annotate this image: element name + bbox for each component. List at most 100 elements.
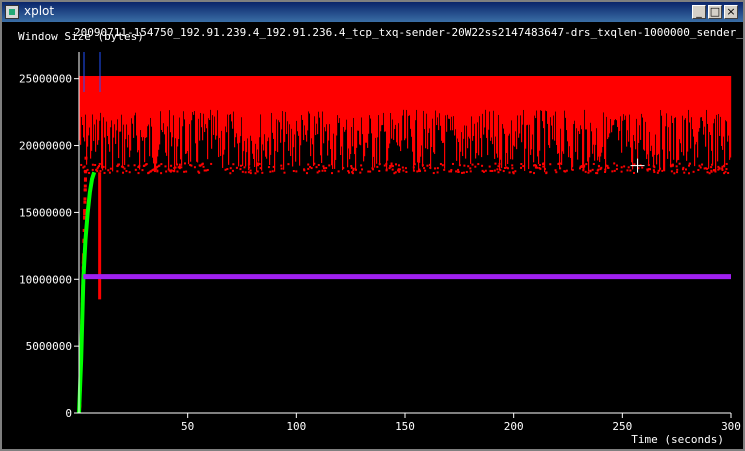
series-red-point bbox=[671, 163, 674, 166]
series-red-point bbox=[325, 166, 328, 169]
series-red-point bbox=[91, 163, 94, 166]
series-red-point bbox=[467, 165, 470, 168]
series-red-point bbox=[443, 168, 446, 171]
series-red-point bbox=[659, 167, 662, 170]
series-red-point bbox=[502, 170, 505, 173]
series-red-point bbox=[201, 162, 204, 165]
series-red-point bbox=[177, 166, 180, 169]
close-button[interactable]: × bbox=[724, 5, 738, 19]
series-red-point bbox=[418, 168, 421, 171]
series-red-point bbox=[369, 170, 372, 173]
series-red-point bbox=[514, 170, 517, 173]
chart-title: 20090711-154750_192.91.239.4_192.91.236.… bbox=[74, 26, 743, 39]
series-red-point bbox=[164, 165, 167, 168]
series-red-point bbox=[508, 171, 511, 174]
series-red-point bbox=[678, 162, 681, 165]
series-red-point bbox=[698, 164, 701, 167]
series-red-point bbox=[83, 184, 87, 188]
series-red-point bbox=[488, 165, 491, 168]
series-red-point bbox=[564, 170, 567, 173]
series-red-point bbox=[397, 164, 400, 167]
series-red-point bbox=[324, 169, 327, 172]
series-green-line bbox=[77, 171, 97, 414]
maximize-button[interactable]: □ bbox=[708, 5, 722, 19]
series-red-point bbox=[626, 169, 629, 172]
series-red-point bbox=[350, 165, 353, 168]
series-red-point bbox=[198, 164, 201, 167]
series-red-point bbox=[229, 167, 232, 170]
series-red-point bbox=[461, 171, 464, 174]
app-icon[interactable] bbox=[5, 5, 19, 19]
x-axis-label: Time (seconds) bbox=[631, 433, 724, 446]
series-red-point bbox=[439, 162, 442, 165]
series-red-point bbox=[676, 171, 679, 174]
series-red-point bbox=[436, 171, 439, 174]
x-tick-label: 250 bbox=[612, 420, 632, 433]
series-red-point bbox=[80, 163, 83, 166]
series-red-point bbox=[317, 163, 320, 166]
series-red-point bbox=[402, 169, 405, 172]
series-red-point bbox=[254, 172, 257, 175]
series-red-point bbox=[404, 167, 407, 170]
series-red-point bbox=[98, 164, 101, 167]
series-red-point bbox=[616, 164, 619, 167]
series-red-point bbox=[202, 165, 205, 168]
series-red-point bbox=[99, 170, 102, 173]
series-red-point bbox=[539, 167, 542, 170]
series-red-point bbox=[682, 166, 685, 169]
series-red-point bbox=[83, 177, 87, 181]
series-red-point bbox=[503, 167, 506, 170]
series-red-point bbox=[584, 170, 587, 173]
series-red-point bbox=[292, 170, 295, 173]
series-red-point bbox=[542, 165, 545, 168]
series-red-point bbox=[558, 162, 561, 165]
series-red-point bbox=[597, 164, 600, 167]
series-red-point bbox=[652, 169, 655, 172]
series-red-point bbox=[249, 172, 252, 175]
series-red-point bbox=[94, 163, 97, 166]
series-red-point bbox=[102, 165, 105, 168]
series-red-point bbox=[727, 171, 730, 174]
series-red-point bbox=[506, 167, 509, 170]
x-tick-label: 100 bbox=[286, 420, 306, 433]
series-red-point bbox=[620, 166, 623, 169]
series-red-point bbox=[412, 169, 415, 172]
series-red-point bbox=[484, 169, 487, 172]
series-red-point bbox=[424, 169, 427, 172]
series-red-point bbox=[385, 168, 388, 171]
series-red-point bbox=[185, 170, 188, 173]
series-red-point bbox=[367, 170, 370, 173]
y-tick-label: 0 bbox=[65, 407, 72, 420]
series-red-point bbox=[169, 170, 172, 173]
series-red-point bbox=[611, 170, 614, 173]
series-red-point bbox=[249, 169, 252, 172]
series-red-point bbox=[83, 200, 87, 204]
x-tick-label: 200 bbox=[504, 420, 524, 433]
series-red-point bbox=[571, 168, 574, 171]
series-red-point bbox=[571, 165, 574, 168]
series-red-point bbox=[627, 166, 630, 169]
series-red-point bbox=[231, 169, 234, 172]
plot-area[interactable]: 50 100 150 200 250 300 0 5000000 10000000 1500000… bbox=[2, 22, 743, 449]
series-red-point bbox=[699, 166, 702, 169]
series-red-point bbox=[133, 164, 136, 167]
series-red-point bbox=[321, 169, 324, 172]
title-bar[interactable]: xplot _ □ × bbox=[2, 2, 743, 22]
y-tick-label: 10000000 bbox=[19, 273, 72, 286]
series-red-point bbox=[197, 170, 200, 173]
series-red-point bbox=[239, 168, 242, 171]
series-red-point bbox=[421, 164, 424, 167]
series-red-point bbox=[604, 170, 607, 173]
series-red-point bbox=[423, 167, 426, 170]
series-red-point bbox=[604, 168, 607, 171]
series-red-point bbox=[633, 163, 636, 166]
series-red-point bbox=[107, 169, 110, 172]
y-tick-label: 20000000 bbox=[19, 140, 72, 153]
plot-canvas[interactable]: 50 100 150 200 250 300 0 5000000 10000000 1500000… bbox=[2, 22, 743, 449]
series-red-point bbox=[511, 167, 514, 170]
minimize-button[interactable]: _ bbox=[692, 5, 706, 19]
series-red-point bbox=[469, 167, 472, 170]
series-red-point bbox=[426, 164, 429, 167]
series-red-point bbox=[549, 163, 552, 166]
series-red-point bbox=[84, 156, 88, 160]
